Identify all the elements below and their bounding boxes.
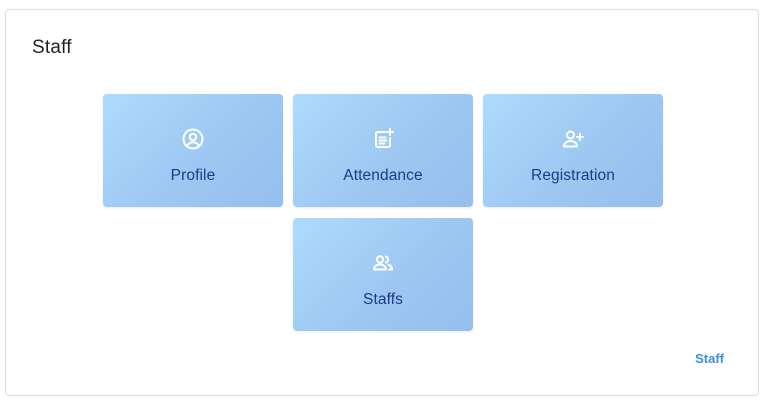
tile-profile-label: Profile — [170, 167, 216, 184]
tile-profile[interactable]: Profile — [103, 94, 283, 207]
person-add-icon — [561, 127, 585, 151]
staff-card: Staff Profile Attendance Registration St… — [5, 9, 759, 396]
tile-staffs-label: Staffs — [363, 291, 403, 308]
note-add-icon — [371, 127, 395, 151]
tile-attendance-label: Attendance — [343, 167, 423, 184]
staff-link[interactable]: Staff — [695, 351, 724, 366]
people-icon — [371, 251, 395, 275]
card-title: Staff — [32, 37, 72, 58]
tile-staffs[interactable]: Staffs — [293, 218, 473, 331]
tile-registration-label: Registration — [531, 167, 615, 184]
profile-circle-icon — [181, 127, 205, 151]
tile-attendance[interactable]: Attendance — [293, 94, 473, 207]
tile-registration[interactable]: Registration — [483, 94, 663, 207]
